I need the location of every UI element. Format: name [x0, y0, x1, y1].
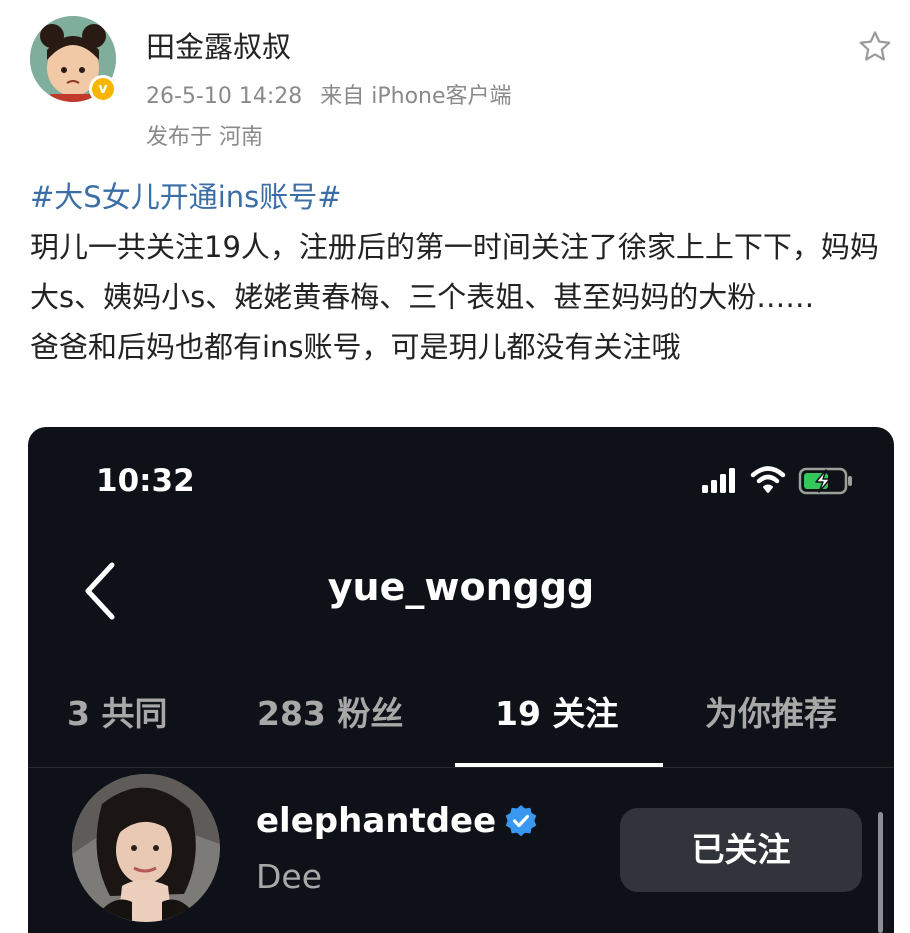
post-location: 发布于 河南: [146, 125, 263, 150]
tabs-divider: [28, 767, 894, 768]
verified-badge-icon: v: [89, 75, 117, 103]
post-source: 来自 iPhone客户端: [320, 84, 512, 109]
tab-following[interactable]: 19 关注: [495, 687, 618, 735]
post-paragraph-1: 玥儿一共关注19人，注册后的第一时间关注了徐家上上下下，妈妈大s、姨妈小s、姥姥…: [30, 230, 879, 314]
status-time: 10:32: [96, 463, 195, 499]
post-body: #大S女儿开通ins账号# 玥儿一共关注19人，注册后的第一时间关注了徐家上上下…: [30, 172, 890, 372]
post-paragraph-2: 爸爸和后妈也都有ins账号，可是玥儿都没有关注哦: [30, 330, 681, 364]
post-timestamp: 26-5-10 14:28: [146, 84, 303, 109]
signal-icon: [702, 468, 735, 493]
hashtag-link[interactable]: #大S女儿开通ins账号#: [30, 172, 890, 222]
tab-followers[interactable]: 283 粉丝: [257, 687, 403, 735]
following-username-row[interactable]: elephantdee: [256, 801, 538, 841]
battery-charging-icon: [798, 467, 852, 495]
star-icon[interactable]: [856, 28, 894, 66]
tab-suggested[interactable]: 为你推荐: [705, 687, 837, 735]
following-avatar[interactable]: [72, 774, 220, 922]
following-username[interactable]: elephantdee: [256, 801, 496, 841]
embedded-screenshot[interactable]: 10:32 yue_wonggg 3 共同 283 粉丝 19 关注 为你推荐: [28, 427, 894, 933]
verified-icon: [505, 805, 537, 837]
author-name[interactable]: 田金露叔叔: [146, 24, 291, 66]
following-status-button[interactable]: 已关注: [620, 808, 862, 892]
profile-handle: yue_wonggg: [327, 565, 595, 609]
post-meta: 26-5-10 14:28 来自 iPhone客户端: [146, 78, 512, 110]
following-display-name: Dee: [256, 857, 323, 896]
scrollbar[interactable]: [878, 812, 883, 933]
tab-mutual[interactable]: 3 共同: [67, 687, 167, 735]
wifi-icon: [750, 466, 786, 493]
